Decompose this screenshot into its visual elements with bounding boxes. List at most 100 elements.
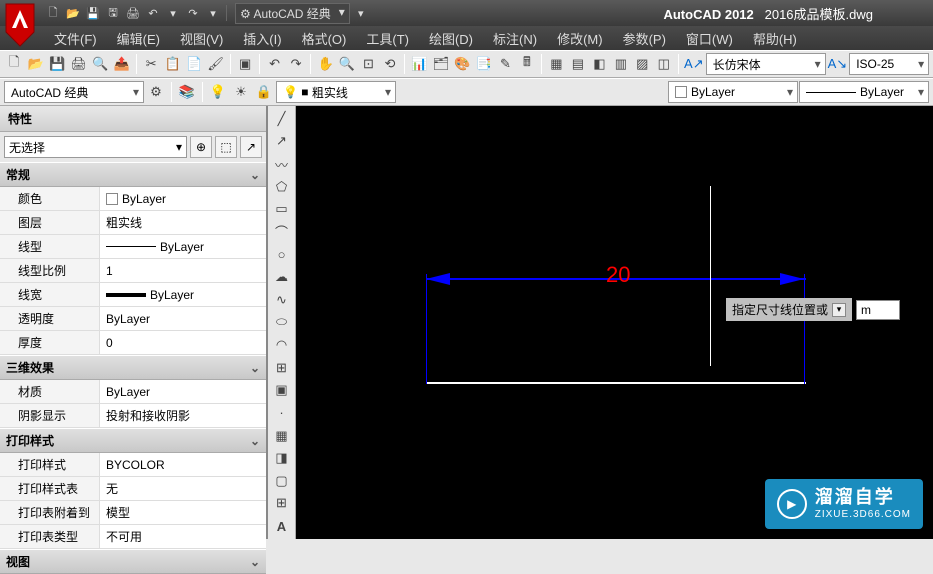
dynamic-input-field[interactable] bbox=[856, 300, 900, 320]
drawing-canvas[interactable]: 20 指定尺寸线位置或▾ ▶ 溜溜自学 ZIXUE.3D66.COM bbox=[296, 106, 933, 539]
prop-color[interactable]: 颜色ByLayer bbox=[0, 187, 266, 211]
layer-dropdown[interactable]: 💡 ■ 粗实线 bbox=[276, 81, 396, 103]
circle-icon[interactable]: ○ bbox=[270, 244, 294, 266]
menu-window[interactable]: 窗口(W) bbox=[676, 26, 743, 51]
table-icon[interactable]: ⊞ bbox=[270, 493, 294, 515]
qat-undo-dd-icon[interactable]: ▾ bbox=[164, 4, 182, 22]
prop-thickness[interactable]: 厚度0 bbox=[0, 331, 266, 355]
calc-icon[interactable]: 🖩 bbox=[517, 53, 537, 75]
menu-dimension[interactable]: 标注(N) bbox=[483, 26, 547, 51]
spline-icon[interactable]: ∿ bbox=[270, 289, 294, 311]
more2-icon[interactable]: ▤ bbox=[568, 53, 588, 75]
block-icon[interactable]: ▣ bbox=[270, 380, 294, 402]
zoom-win-icon[interactable]: ⊡ bbox=[358, 53, 378, 75]
textstyle-dropdown[interactable]: 长仿宋体 bbox=[706, 53, 826, 75]
prop-plotstyle[interactable]: 打印样式BYCOLOR bbox=[0, 453, 266, 477]
quickselect-icon[interactable]: ⊕ bbox=[190, 136, 212, 158]
arc-icon[interactable]: ⌒ bbox=[270, 221, 294, 243]
qat-new-icon[interactable]: 🗋 bbox=[44, 4, 62, 22]
cat-view[interactable]: 视图⌄ bbox=[0, 549, 266, 574]
prop-shadow[interactable]: 阴影显示投射和接收阴影 bbox=[0, 404, 266, 428]
qat-open-icon[interactable]: 📂 bbox=[64, 4, 82, 22]
menu-edit[interactable]: 编辑(E) bbox=[107, 26, 170, 51]
qat-saveas-icon[interactable]: 🖫 bbox=[104, 4, 122, 22]
props-icon[interactable]: 📊 bbox=[409, 53, 429, 75]
more6-icon[interactable]: ◫ bbox=[654, 53, 674, 75]
prop-layer[interactable]: 图层粗实线 bbox=[0, 211, 266, 235]
app-logo[interactable] bbox=[2, 2, 38, 56]
hatch-icon[interactable]: ▦ bbox=[270, 425, 294, 447]
workspace-dropdown[interactable]: AutoCAD 经典 bbox=[4, 81, 144, 103]
selectobj-icon[interactable]: ⬚ bbox=[215, 136, 237, 158]
region-icon[interactable]: ▢ bbox=[270, 470, 294, 492]
more5-icon[interactable]: ▨ bbox=[632, 53, 652, 75]
qat-plot-icon[interactable]: 🖨 bbox=[124, 4, 142, 22]
open-icon[interactable]: 📂 bbox=[25, 53, 45, 75]
more3-icon[interactable]: ◧ bbox=[589, 53, 609, 75]
layer-lock-icon[interactable]: 🔒 bbox=[253, 81, 275, 103]
publish-icon[interactable]: 📤 bbox=[111, 53, 131, 75]
menu-draw[interactable]: 绘图(D) bbox=[419, 26, 483, 51]
dc-icon[interactable]: 🗂 bbox=[431, 53, 451, 75]
menu-view[interactable]: 视图(V) bbox=[170, 26, 233, 51]
block-icon[interactable]: ▣ bbox=[235, 53, 255, 75]
annot2-icon[interactable]: A↘ bbox=[827, 53, 849, 75]
tp-icon[interactable]: 🎨 bbox=[452, 53, 472, 75]
pan-icon[interactable]: ✋ bbox=[315, 53, 335, 75]
ellipsearc-icon[interactable]: ◠ bbox=[270, 334, 294, 356]
cat-general[interactable]: 常规⌄ bbox=[0, 162, 266, 187]
dropdown-icon[interactable]: ▾ bbox=[832, 303, 846, 317]
redo-icon[interactable]: ↷ bbox=[286, 53, 306, 75]
zoom-rt-icon[interactable]: 🔍 bbox=[337, 53, 357, 75]
copy-icon[interactable]: 📋 bbox=[162, 53, 182, 75]
qat-redo-icon[interactable]: ↷ bbox=[184, 4, 202, 22]
markup-icon[interactable]: ✎ bbox=[495, 53, 515, 75]
prop-lineweight[interactable]: 线宽ByLayer bbox=[0, 283, 266, 307]
annot-icon[interactable]: A↗ bbox=[683, 53, 705, 75]
menu-parametric[interactable]: 参数(P) bbox=[613, 26, 676, 51]
qat-redo-dd-icon[interactable]: ▾ bbox=[204, 4, 222, 22]
qat-undo-icon[interactable]: ↶ bbox=[144, 4, 162, 22]
plot-icon[interactable]: 🖨 bbox=[68, 53, 88, 75]
zoom-prev-icon[interactable]: ⟲ bbox=[380, 53, 400, 75]
menu-format[interactable]: 格式(O) bbox=[292, 26, 357, 51]
menu-modify[interactable]: 修改(M) bbox=[547, 26, 613, 51]
cat-plotstyle[interactable]: 打印样式⌄ bbox=[0, 428, 266, 453]
pline-icon[interactable]: 〰 bbox=[270, 153, 294, 175]
dimstyle-dropdown[interactable]: ISO-25 bbox=[849, 53, 929, 75]
layer-freeze-icon[interactable]: ☀ bbox=[230, 81, 252, 103]
undo-icon[interactable]: ↶ bbox=[264, 53, 284, 75]
paste-icon[interactable]: 📄 bbox=[184, 53, 204, 75]
mtext-icon[interactable]: A bbox=[270, 515, 294, 537]
xline-icon[interactable]: ↗ bbox=[270, 131, 294, 153]
insert-icon[interactable]: ⊞ bbox=[270, 357, 294, 379]
ellipse-icon[interactable]: ⬭ bbox=[270, 312, 294, 334]
color-dropdown[interactable]: ByLayer bbox=[668, 81, 798, 103]
layer-mgr-icon[interactable]: 📚 bbox=[176, 81, 198, 103]
prop-ltscale[interactable]: 线型比例1 bbox=[0, 259, 266, 283]
qat-more-icon[interactable]: ▾ bbox=[352, 4, 370, 22]
more1-icon[interactable]: ▦ bbox=[546, 53, 566, 75]
prop-linetype[interactable]: 线型ByLayer bbox=[0, 235, 266, 259]
revcloud-icon[interactable]: ☁ bbox=[270, 266, 294, 288]
rectangle-icon[interactable]: ▭ bbox=[270, 199, 294, 221]
polygon-icon[interactable]: ⬠ bbox=[270, 176, 294, 198]
prop-material[interactable]: 材质ByLayer bbox=[0, 380, 266, 404]
ssm-icon[interactable]: 📑 bbox=[474, 53, 494, 75]
menu-help[interactable]: 帮助(H) bbox=[743, 26, 807, 51]
menu-insert[interactable]: 插入(I) bbox=[233, 26, 291, 51]
match-icon[interactable]: 🖌 bbox=[205, 53, 225, 75]
cat-3deffects[interactable]: 三维效果⌄ bbox=[0, 355, 266, 380]
line-icon[interactable]: ╱ bbox=[270, 108, 294, 130]
new-icon[interactable]: 🗋 bbox=[4, 53, 24, 75]
linetype-dropdown[interactable]: ByLayer bbox=[799, 81, 929, 103]
gradient-icon[interactable]: ◨ bbox=[270, 447, 294, 469]
prop-plottype[interactable]: 打印表类型不可用 bbox=[0, 525, 266, 549]
menu-file[interactable]: 文件(F) bbox=[44, 26, 107, 51]
layer-state-icon[interactable]: 💡 bbox=[207, 81, 229, 103]
prop-plottable[interactable]: 打印样式表无 bbox=[0, 477, 266, 501]
menu-tools[interactable]: 工具(T) bbox=[356, 26, 419, 51]
preview-icon[interactable]: 🔍 bbox=[90, 53, 110, 75]
selection-dropdown[interactable]: 无选择 bbox=[4, 136, 187, 158]
ws-gear-icon[interactable]: ⚙ bbox=[145, 81, 167, 103]
